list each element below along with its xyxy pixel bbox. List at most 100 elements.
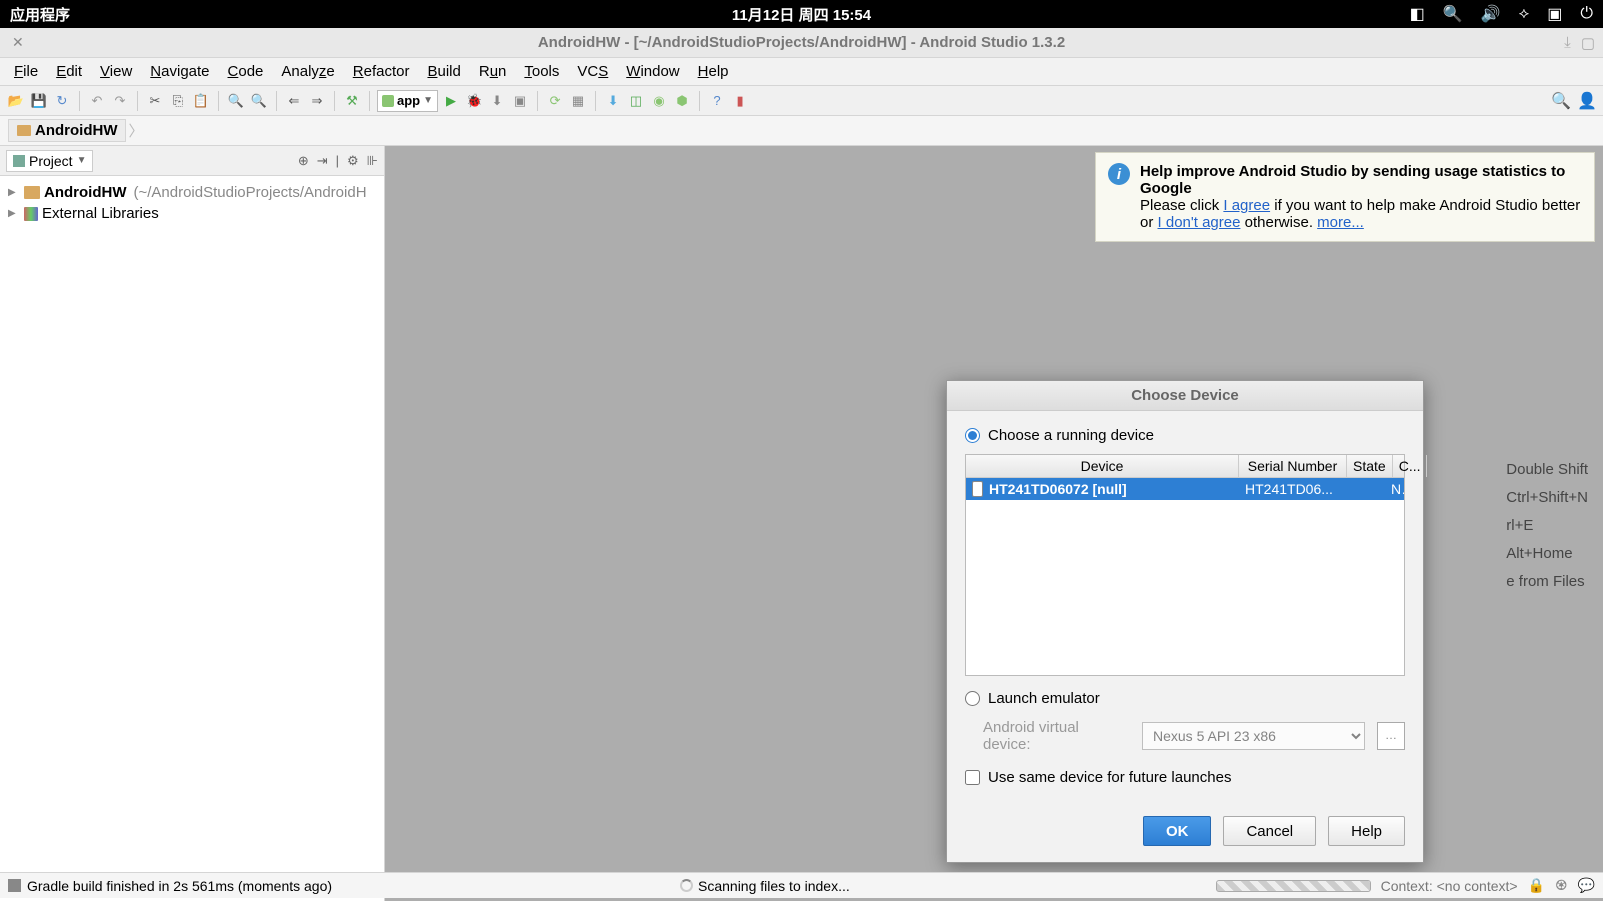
expand-icon[interactable]: ▶ [8, 187, 20, 198]
ok-button[interactable]: OK [1143, 816, 1212, 846]
agree-link[interactable]: I agree [1223, 197, 1270, 214]
ddms-icon[interactable]: ⬢ [672, 91, 692, 111]
sync-icon[interactable]: ↻ [52, 91, 72, 111]
search-icon[interactable]: 🔍 [1443, 4, 1463, 24]
radio-label: Launch emulator [988, 690, 1100, 707]
col-state[interactable]: State [1347, 455, 1393, 477]
menu-code[interactable]: Code [220, 60, 272, 83]
project-view-label: Project [29, 153, 73, 169]
menu-window[interactable]: Window [618, 60, 687, 83]
help-button[interactable]: Help [1328, 816, 1405, 846]
device-table[interactable]: Device Serial Number State C... HT241TD0… [965, 454, 1405, 676]
launch-emulator-radio[interactable] [965, 691, 980, 706]
trash-icon[interactable]: ♼ [1555, 877, 1568, 894]
menu-view[interactable]: View [92, 60, 140, 83]
expand-icon[interactable]: ▶ [8, 208, 20, 219]
lock-icon[interactable]: 🔒 [1528, 877, 1545, 894]
menu-analyze[interactable]: Analyze [273, 60, 342, 83]
accessibility-icon[interactable]: ◧ [1410, 4, 1425, 24]
undo-icon[interactable]: ↶ [87, 91, 107, 111]
scroll-icon[interactable]: ⇥ [317, 153, 328, 169]
hint-text: rl+E [1506, 512, 1588, 540]
find-icon[interactable]: 🔍 [226, 91, 246, 111]
avd-manage-button[interactable]: … [1377, 722, 1405, 750]
tree-row-libs[interactable]: ▶ External Libraries [4, 203, 380, 224]
choose-running-radio[interactable] [965, 428, 980, 443]
menu-vcs[interactable]: VCS [569, 60, 616, 83]
menu-build[interactable]: Build [419, 60, 468, 83]
power-icon[interactable]: ⏻ [1580, 5, 1593, 23]
breadcrumb-root[interactable]: AndroidHW [8, 119, 126, 142]
run-config-combo[interactable]: app ▼ [377, 90, 438, 112]
make-icon[interactable]: ⚒ [342, 91, 362, 111]
close-icon[interactable]: ✕ [12, 34, 24, 51]
sync-gradle-icon[interactable]: ⟳ [545, 91, 565, 111]
breadcrumb-label: AndroidHW [35, 122, 117, 139]
tip-text: otherwise. [1240, 214, 1317, 231]
search-everywhere-icon[interactable]: 🔍 [1551, 91, 1571, 111]
volume-icon[interactable]: 🔊 [1481, 4, 1501, 24]
sdk-icon[interactable]: ⬇ [603, 91, 623, 111]
maximize-icon[interactable]: ▢ [1581, 34, 1595, 52]
hide-icon[interactable]: ⊪ [367, 153, 378, 169]
status-context[interactable]: Context: <no context> [1381, 878, 1518, 894]
menu-refactor[interactable]: Refactor [345, 60, 418, 83]
same-device-checkbox[interactable] [965, 770, 980, 785]
replace-icon[interactable]: 🔍 [249, 91, 269, 111]
menu-navigate[interactable]: Navigate [142, 60, 217, 83]
avd-label: Android virtual device: [965, 719, 1130, 753]
chevron-down-icon: ▼ [77, 155, 87, 166]
memory-icon[interactable]: ▮ [730, 91, 750, 111]
copy-icon[interactable]: ⎘ [168, 91, 188, 111]
paste-icon[interactable]: 📋 [191, 91, 211, 111]
launch-emulator-radio-row[interactable]: Launch emulator [965, 690, 1405, 707]
disagree-link[interactable]: I don't agree [1158, 214, 1241, 231]
status-icon[interactable] [8, 879, 21, 892]
main-area: Project ▼ ⊕ ⇥ | ⚙ ⊪ ▶ AndroidHW (~/Andro… [0, 146, 1603, 901]
apps-menu[interactable]: 应用程序 [10, 4, 70, 25]
col-device[interactable]: Device [966, 455, 1239, 477]
menu-edit[interactable]: Edit [48, 60, 90, 83]
chat-icon[interactable]: 💬 [1578, 877, 1595, 894]
more-link[interactable]: more... [1317, 214, 1364, 231]
avd-icon[interactable]: ▦ [568, 91, 588, 111]
nav-breadcrumb: AndroidHW 〉 [0, 116, 1603, 146]
cut-icon[interactable]: ✂ [145, 91, 165, 111]
indexing-progress[interactable] [1216, 880, 1371, 892]
avd-select[interactable]: Nexus 5 API 23 x86 [1142, 722, 1365, 750]
folder-icon [17, 125, 31, 136]
project-view-combo[interactable]: Project ▼ [6, 150, 93, 172]
minimize-icon[interactable]: ⤓ [1564, 34, 1571, 52]
wifi-icon[interactable]: ⟡ [1519, 5, 1530, 23]
menu-run[interactable]: Run [471, 60, 515, 83]
col-serial[interactable]: Serial Number [1239, 455, 1347, 477]
cancel-button[interactable]: Cancel [1223, 816, 1316, 846]
project-tree[interactable]: ▶ AndroidHW (~/AndroidStudioProjects/And… [0, 176, 384, 230]
table-row[interactable]: HT241TD06072 [null] HT241TD06... No [966, 478, 1404, 500]
forward-icon[interactable]: ⇒ [307, 91, 327, 111]
user-icon[interactable]: 👤 [1577, 91, 1597, 111]
save-icon[interactable]: 💾 [29, 91, 49, 111]
run-icon[interactable]: ▶ [441, 91, 461, 111]
menu-file[interactable]: File [6, 60, 46, 83]
redo-icon[interactable]: ↷ [110, 91, 130, 111]
tree-row-project[interactable]: ▶ AndroidHW (~/AndroidStudioProjects/And… [4, 182, 380, 203]
choose-running-radio-row[interactable]: Choose a running device [965, 427, 1405, 444]
attach-icon[interactable]: ⬇ [487, 91, 507, 111]
gear-icon[interactable]: ⚙ [347, 153, 359, 169]
android-icon[interactable]: ◉ [649, 91, 669, 111]
checkbox-label: Use same device for future launches [988, 769, 1231, 786]
debug-icon[interactable]: 🐞 [464, 91, 484, 111]
collapse-icon[interactable]: ⊕ [298, 153, 309, 169]
menu-tools[interactable]: Tools [516, 60, 567, 83]
open-icon[interactable]: 📂 [6, 91, 26, 111]
monitor-icon[interactable]: ◫ [626, 91, 646, 111]
col-compat[interactable]: C... [1393, 455, 1428, 477]
battery-icon[interactable]: ▣ [1547, 4, 1562, 24]
back-icon[interactable]: ⇐ [284, 91, 304, 111]
same-device-row[interactable]: Use same device for future launches [965, 769, 1405, 786]
stop-icon[interactable]: ▣ [510, 91, 530, 111]
help-icon[interactable]: ? [707, 91, 727, 111]
breadcrumb-chevron-icon: 〉 [128, 120, 143, 141]
menu-help[interactable]: Help [690, 60, 737, 83]
